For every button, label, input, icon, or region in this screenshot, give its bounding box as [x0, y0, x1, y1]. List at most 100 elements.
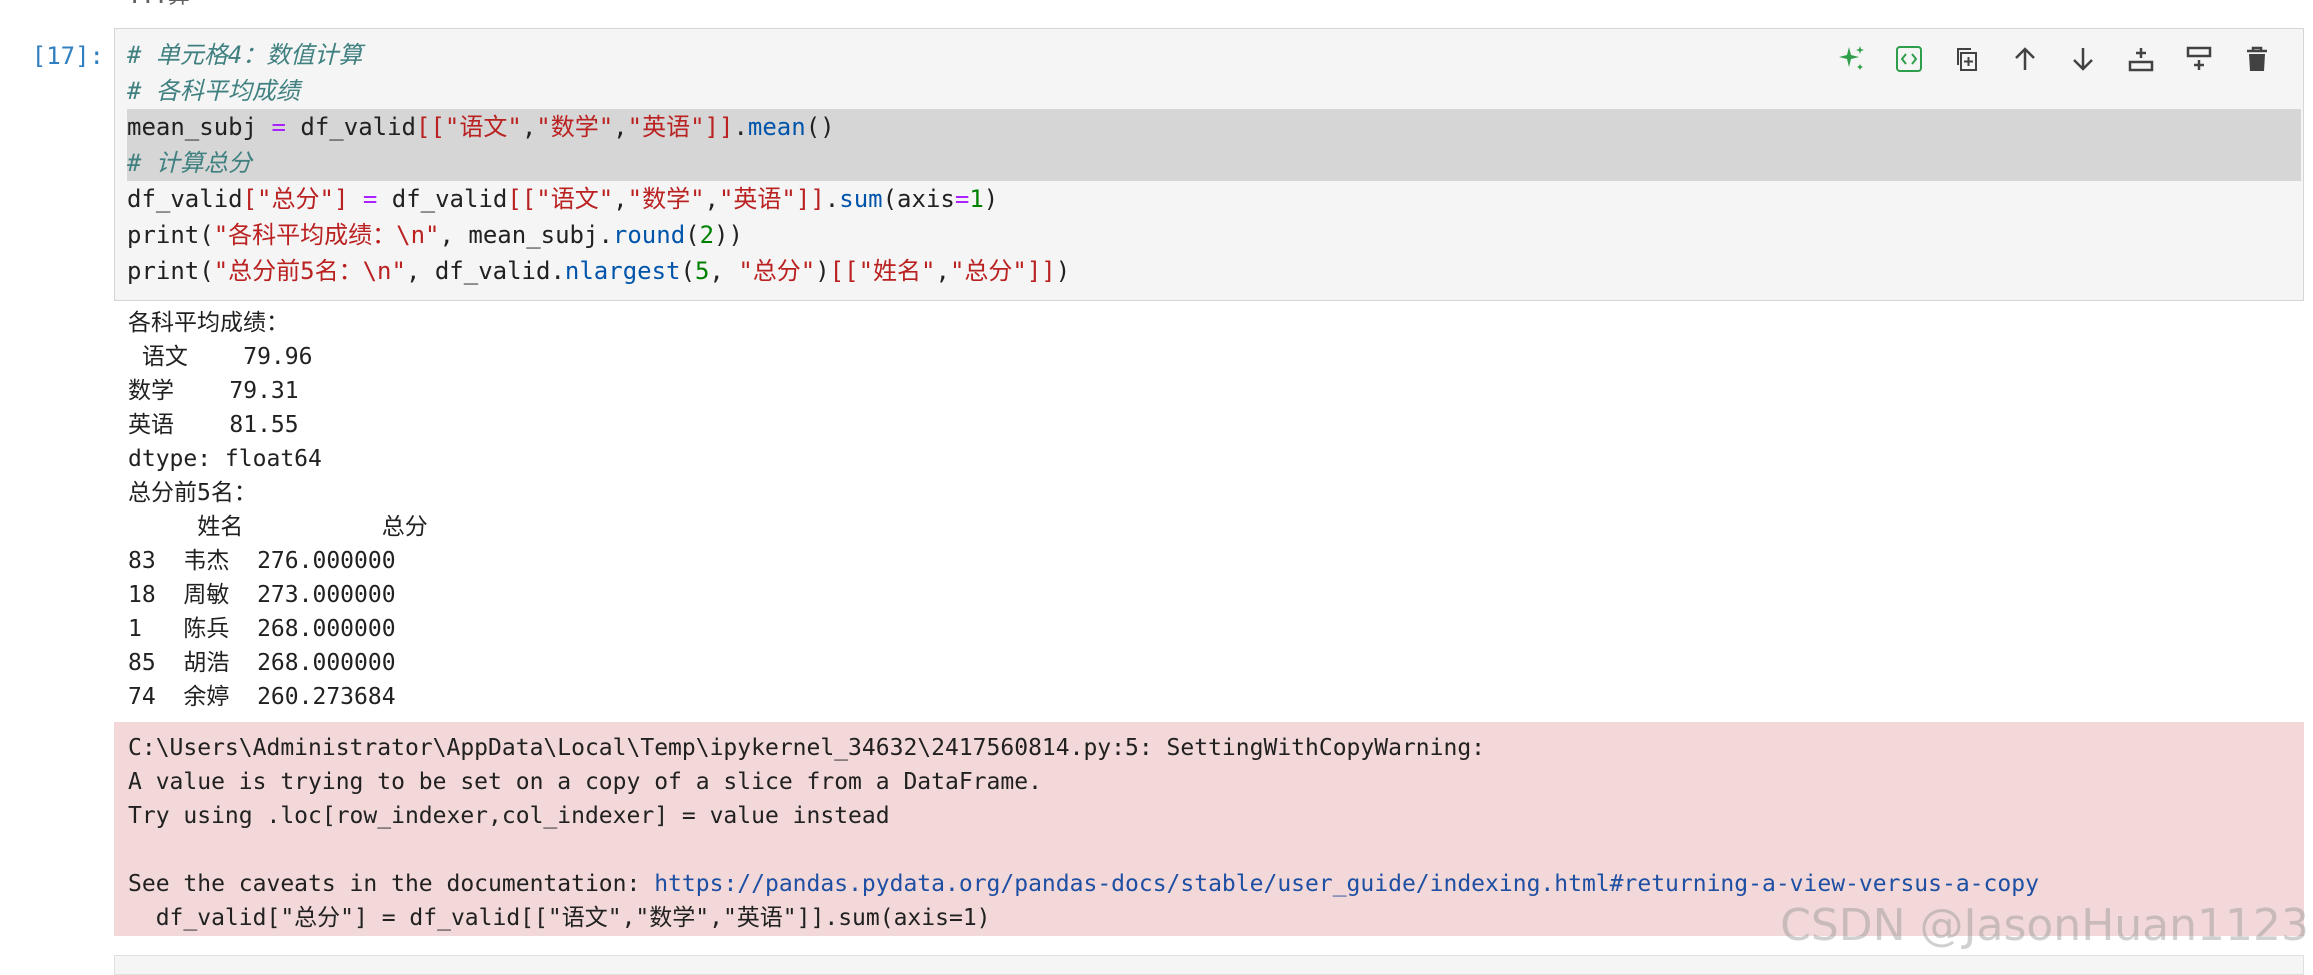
code-token: , — [521, 113, 537, 141]
code-token: nlargest — [564, 257, 681, 285]
code-token: "总分" — [949, 257, 1027, 285]
code-token: , df_valid. — [405, 257, 565, 285]
output-line: dtype: float64 — [128, 446, 322, 472]
documentation-link[interactable]: https://pandas.pydata.org/pandas-docs/st… — [654, 871, 2039, 897]
code-token: . — [733, 113, 748, 141]
output-line: 74 余婷 260.273684 — [128, 684, 396, 710]
output-line: 姓名 总分 — [128, 514, 428, 540]
code-token: ( — [199, 221, 214, 249]
output-line: 英语 81.55 — [128, 412, 299, 438]
watermark: CSDN @JasonHuan1123 — [1780, 900, 2309, 951]
output-line: 总分前5名： — [128, 480, 257, 506]
insert-above-button[interactable] — [2117, 39, 2165, 79]
code-token: "总分" — [257, 185, 334, 213]
code-token: [ — [242, 185, 258, 213]
warning-line: A value is trying to be set on a copy of… — [128, 769, 1042, 795]
code-token: 2 — [699, 221, 715, 249]
trash-button[interactable] — [2233, 39, 2281, 79]
code-token: "语文" — [536, 185, 614, 213]
code-token: "总分前5名：\n" — [213, 257, 406, 285]
output-line: 85 胡浩 268.000000 — [128, 650, 396, 676]
cell-toolbar — [1827, 39, 2281, 79]
code-token: ( — [680, 257, 695, 285]
insert-above-icon — [2128, 48, 2154, 72]
duplicate-button[interactable] — [1943, 39, 1991, 79]
code-token: ) — [1055, 257, 1071, 285]
code-token: = — [271, 113, 286, 141]
code-token: df_valid — [285, 113, 416, 141]
code-token: mean — [747, 113, 806, 141]
arrow-up-icon — [2015, 47, 2035, 70]
caveats-text: See the caveats in the documentation: — [128, 871, 655, 897]
output-line: 1 陈兵 268.000000 — [128, 616, 396, 642]
arrow-down-button[interactable] — [2059, 39, 2107, 79]
code-token: , — [704, 185, 719, 213]
code-token: "数学" — [536, 113, 614, 141]
code-line[interactable]: mean_subj = df_valid[["语文","数学","英语"]].m… — [127, 109, 2301, 145]
sparkle-ai-icon — [1839, 46, 1864, 70]
warning-line: C:\Users\Administrator\AppData\Local\Tem… — [128, 735, 1486, 761]
caveats-line: See the caveats in the documentation: ht… — [114, 867, 2304, 901]
cell-output: 各科平均成绩： 语文 79.96 数学 79.31 英语 81.55 dtype: f… — [114, 306, 2304, 714]
code-token: # 计算总分 — [127, 149, 252, 177]
code-token: , — [709, 257, 739, 285]
code-token: . — [824, 185, 840, 213]
code-token: ]] — [704, 113, 734, 141]
code-token: ( — [199, 257, 214, 285]
next-cell[interactable] — [114, 955, 2304, 975]
code-token: # 各科平均成绩 — [127, 77, 300, 105]
code-line[interactable]: print("总分前5名：\n", df_valid.nlargest(5, "… — [127, 253, 2303, 289]
code-token: "数学" — [627, 185, 705, 213]
code-token: , — [613, 113, 628, 141]
output-line: 83 韦杰 276.000000 — [128, 548, 396, 574]
previous-output-fragment: ...算 — [128, 0, 190, 10]
code-token: = — [954, 185, 970, 213]
code-token: df_valid — [127, 185, 243, 213]
code-token: , mean_subj. — [439, 221, 613, 249]
code-token: ] — [333, 185, 349, 213]
duplicate-icon — [1957, 48, 1977, 71]
code-token: [[ — [507, 185, 537, 213]
code-token: ]] — [1026, 257, 1056, 285]
insert-below-icon — [2186, 46, 2212, 70]
output-line: 数学 79.31 — [128, 378, 299, 404]
code-token: )) — [714, 221, 743, 249]
code-token: df_valid — [377, 185, 508, 213]
code-line[interactable]: # 计算总分 — [127, 145, 2301, 181]
code-token: # 单元格4：数值计算 — [127, 41, 363, 69]
code-token: mean_subj — [127, 113, 272, 141]
code-token: 1 — [969, 185, 984, 213]
trash-icon — [2247, 46, 2267, 71]
sparkle-ai-button[interactable] — [1827, 39, 1875, 79]
code-token: , — [613, 185, 628, 213]
code-token: () — [805, 113, 835, 141]
output-line: 18 周敏 273.000000 — [128, 582, 396, 608]
output-line: 各科平均成绩： — [128, 310, 289, 336]
code-cell[interactable]: # 单元格4：数值计算 # 各科平均成绩 mean_subj = df_valid[… — [114, 28, 2304, 301]
execution-count-prompt: [17]: — [31, 42, 104, 70]
arrow-up-button[interactable] — [2001, 39, 2049, 79]
code-token: = — [362, 185, 378, 213]
code-token: "语文" — [444, 113, 522, 141]
code-token: "英语" — [627, 113, 705, 141]
code-token: (axis — [882, 185, 955, 213]
insert-below-button[interactable] — [2175, 39, 2223, 79]
code-token: "总分" — [738, 257, 816, 285]
code-token: "各科平均成绩：\n" — [213, 221, 440, 249]
code-token: sum — [839, 185, 883, 213]
warning-line — [114, 833, 2304, 867]
code-token: [[ — [829, 257, 859, 285]
code-token: round — [612, 221, 686, 249]
code-token: print — [127, 221, 200, 249]
code-snippet-button[interactable] — [1885, 39, 1933, 79]
code-token: ]] — [795, 185, 825, 213]
code-token: print — [127, 257, 200, 285]
code-token: "英语" — [718, 185, 796, 213]
code-token: ) — [815, 257, 830, 285]
code-line[interactable]: df_valid["总分"] = df_valid[["语文","数学","英语… — [127, 181, 2303, 217]
output-line: 语文 79.96 — [128, 344, 313, 370]
code-line[interactable]: print("各科平均成绩：\n", mean_subj.round(2)) — [127, 217, 2303, 253]
code-token: 5 — [694, 257, 710, 285]
warning-line: Try using .loc[row_indexer,col_indexer] … — [128, 803, 890, 829]
